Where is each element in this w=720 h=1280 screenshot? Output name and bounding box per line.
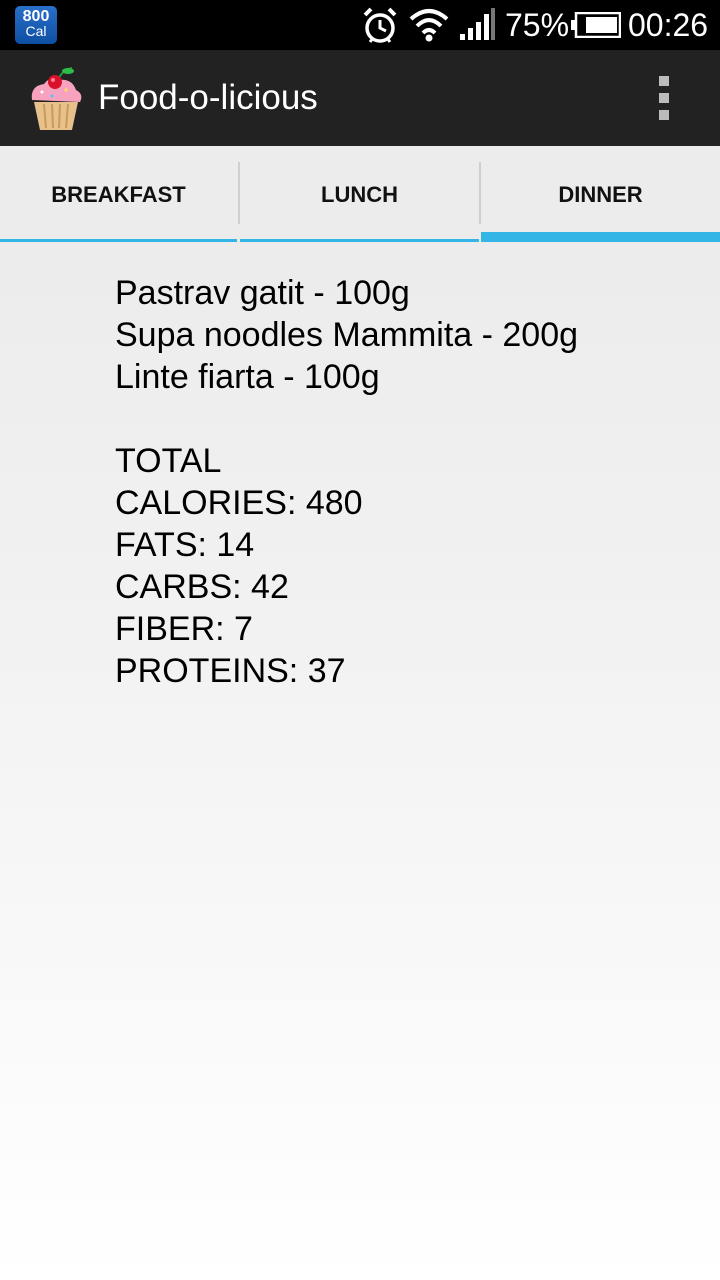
battery-icon — [571, 12, 621, 38]
overflow-menu-icon — [659, 76, 669, 86]
meal-item: Supa noodles Mammita - 200g — [115, 316, 579, 354]
battery-percent: 75% — [505, 7, 570, 43]
tab-indicator — [240, 239, 479, 242]
overflow-dot — [659, 93, 669, 103]
cupcake-icon — [31, 67, 82, 130]
tab-indicator-selected — [481, 232, 720, 242]
badge-number: 800 — [22, 8, 50, 25]
meal-tabs: BREAKFAST LUNCH DINNER — [0, 146, 720, 242]
tab-label: DINNER — [558, 182, 643, 207]
total-heading: TOTAL — [115, 442, 222, 480]
tab-indicator — [0, 239, 237, 242]
tab-dinner[interactable]: DINNER — [481, 146, 720, 242]
alarm-icon — [363, 7, 397, 43]
wifi-icon — [409, 9, 449, 42]
tab-breakfast[interactable]: BREAKFAST — [0, 146, 237, 242]
tab-lunch[interactable]: LUNCH — [240, 146, 479, 242]
badge-unit: Cal — [25, 23, 47, 39]
signal-icon — [460, 8, 495, 40]
total-calories: CALORIES: 480 — [115, 484, 363, 522]
meal-item: Pastrav gatit - 100g — [115, 274, 410, 312]
status-bar: 800 Cal 75% 00:26 — [0, 0, 720, 50]
overflow-dot — [659, 110, 669, 120]
total-proteins: PROTEINS: 37 — [115, 652, 346, 690]
calorie-app-notification-icon: 800 Cal — [15, 6, 57, 44]
clock: 00:26 — [628, 7, 709, 43]
action-bar: Food-o-licious — [0, 50, 720, 147]
total-carbs: CARBS: 42 — [115, 568, 289, 606]
overflow-menu-button[interactable] — [646, 70, 682, 126]
meal-item: Linte fiarta - 100g — [115, 358, 380, 396]
tab-label: LUNCH — [321, 182, 398, 207]
app-title: Food-o-licious — [98, 78, 318, 117]
tab-label: BREAKFAST — [51, 182, 186, 207]
meal-details: Pastrav gatit - 100g Supa noodles Mammit… — [115, 272, 695, 692]
total-fiber: FIBER: 7 — [115, 610, 253, 648]
total-fats: FATS: 14 — [115, 526, 255, 564]
